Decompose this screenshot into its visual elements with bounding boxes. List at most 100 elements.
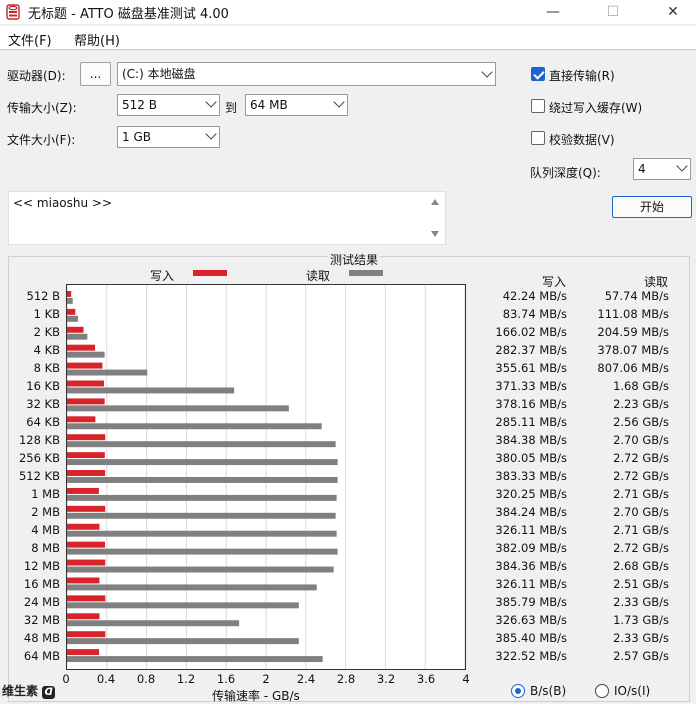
read-bar (67, 387, 235, 394)
category-label: 4 MB (31, 523, 60, 537)
read-bar (67, 351, 105, 358)
read-value: 204.59 MB/s (597, 325, 669, 339)
category-label: 512 B (26, 289, 61, 303)
read-value: 2.70 GB/s (613, 433, 669, 447)
transfer-size-from-select[interactable]: 512 B (117, 94, 220, 116)
write-value: 326.11 MB/s (495, 577, 567, 591)
x-tick-label: 0.8 (136, 672, 156, 686)
x-tick-label: 3.2 (376, 672, 396, 686)
read-value: 2.51 GB/s (613, 577, 669, 591)
menu-help[interactable]: 帮助(H) (74, 30, 120, 49)
x-tick-label: 1.6 (216, 672, 236, 686)
write-value: 320.25 MB/s (495, 487, 567, 501)
queue-depth-label: 队列深度(Q): (530, 166, 601, 180)
transfer-size-to-value: 64 MB (250, 98, 288, 112)
atto-app-icon (6, 4, 20, 20)
transfer-rate-chart (66, 284, 466, 670)
maximize-button[interactable]: ☐ (590, 0, 636, 24)
watermark: 维生素 ᗡ (2, 682, 56, 699)
read-column-header: 读取 (644, 275, 669, 289)
read-bar (67, 405, 289, 412)
chevron-down-icon (205, 96, 217, 108)
drive-select[interactable]: (C:) 本地磁盘 (117, 62, 496, 86)
write-bar (67, 380, 104, 387)
write-value: 384.24 MB/s (495, 505, 567, 519)
read-bar (67, 512, 336, 519)
chevron-down-icon (676, 160, 688, 172)
read-bar (67, 494, 337, 501)
write-value: 282.37 MB/s (495, 343, 567, 357)
minimize-button[interactable]: — (530, 0, 576, 24)
x-tick-label: 2 (262, 672, 270, 686)
category-label: 16 KB (26, 379, 60, 393)
watermark-text: 维生素 (2, 684, 39, 698)
browse-button[interactable]: ... (80, 62, 111, 86)
read-value: 2.72 GB/s (613, 451, 669, 465)
read-value: 2.33 GB/s (613, 595, 669, 609)
write-bar (67, 290, 72, 297)
write-column-header: 写入 (542, 275, 567, 289)
read-bar (67, 297, 73, 304)
write-value: 378.16 MB/s (495, 397, 567, 411)
read-bar (67, 566, 334, 573)
unit-io-label: IO/s(I) (614, 684, 651, 698)
drive-select-value: (C:) 本地磁盘 (122, 67, 196, 81)
write-bar (67, 416, 96, 423)
read-bar (67, 369, 148, 376)
write-bar (67, 541, 106, 548)
write-bar (67, 434, 106, 441)
close-button[interactable]: ✕ (650, 0, 696, 24)
to-label: 到 (225, 101, 238, 115)
radio-unselected-icon (595, 684, 609, 698)
menu-file[interactable]: 文件(F) (8, 30, 52, 49)
read-value: 1.68 GB/s (613, 379, 669, 393)
write-value: 326.11 MB/s (495, 523, 567, 537)
x-tick-label: 2.4 (296, 672, 316, 686)
write-bar (67, 505, 106, 512)
read-value: 57.74 MB/s (604, 289, 669, 303)
write-bar (67, 487, 99, 494)
x-tick-label: 2.8 (336, 672, 356, 686)
write-bar (67, 631, 106, 638)
x-tick-label: 0 (62, 672, 70, 686)
category-label: 16 MB (23, 577, 60, 591)
write-value: 285.11 MB/s (495, 415, 567, 429)
read-value: 111.08 MB/s (597, 307, 669, 321)
file-size-select[interactable]: 1 GB (117, 126, 220, 148)
watermark-logo-icon: ᗡ (42, 686, 56, 699)
read-bar (67, 333, 88, 340)
write-value: 382.09 MB/s (495, 541, 567, 555)
read-bar (67, 423, 322, 430)
read-value: 2.72 GB/s (613, 541, 669, 555)
direct-io-label: 直接传输(R) (549, 69, 615, 83)
scroll-down-arrow-icon[interactable] (431, 231, 439, 237)
file-size-label: 文件大小(F): (7, 133, 76, 147)
read-bar (67, 638, 299, 645)
category-label: 32 MB (23, 613, 60, 627)
unit-bytes-label: B/s(B) (530, 684, 567, 698)
transfer-size-from-value: 512 B (122, 98, 157, 112)
read-bar (67, 315, 79, 322)
write-value: 383.33 MB/s (495, 469, 567, 483)
queue-depth-select[interactable]: 4 (633, 158, 691, 180)
category-label: 128 KB (18, 433, 60, 447)
category-label: 1 KB (33, 307, 60, 321)
x-tick-label: 3.6 (416, 672, 436, 686)
read-value: 378.07 MB/s (597, 343, 669, 357)
read-value: 2.33 GB/s (613, 631, 669, 645)
write-bar (67, 595, 106, 602)
x-tick-label: 4 (462, 672, 470, 686)
write-bar (67, 362, 103, 369)
read-bar (67, 459, 338, 466)
write-value: 322.52 MB/s (495, 649, 567, 663)
chevron-down-icon (333, 96, 345, 108)
transfer-size-to-select[interactable]: 64 MB (245, 94, 348, 116)
description-scrollbar[interactable] (427, 193, 443, 243)
read-value: 2.23 GB/s (613, 397, 669, 411)
start-button[interactable]: 开始 (612, 196, 692, 218)
radio-selected-icon (511, 684, 525, 698)
read-value: 2.68 GB/s (613, 559, 669, 573)
description-textarea[interactable]: << miaoshu >> (8, 191, 446, 245)
verify-data-label: 校验数据(V) (549, 133, 615, 147)
scroll-up-arrow-icon[interactable] (431, 199, 439, 205)
